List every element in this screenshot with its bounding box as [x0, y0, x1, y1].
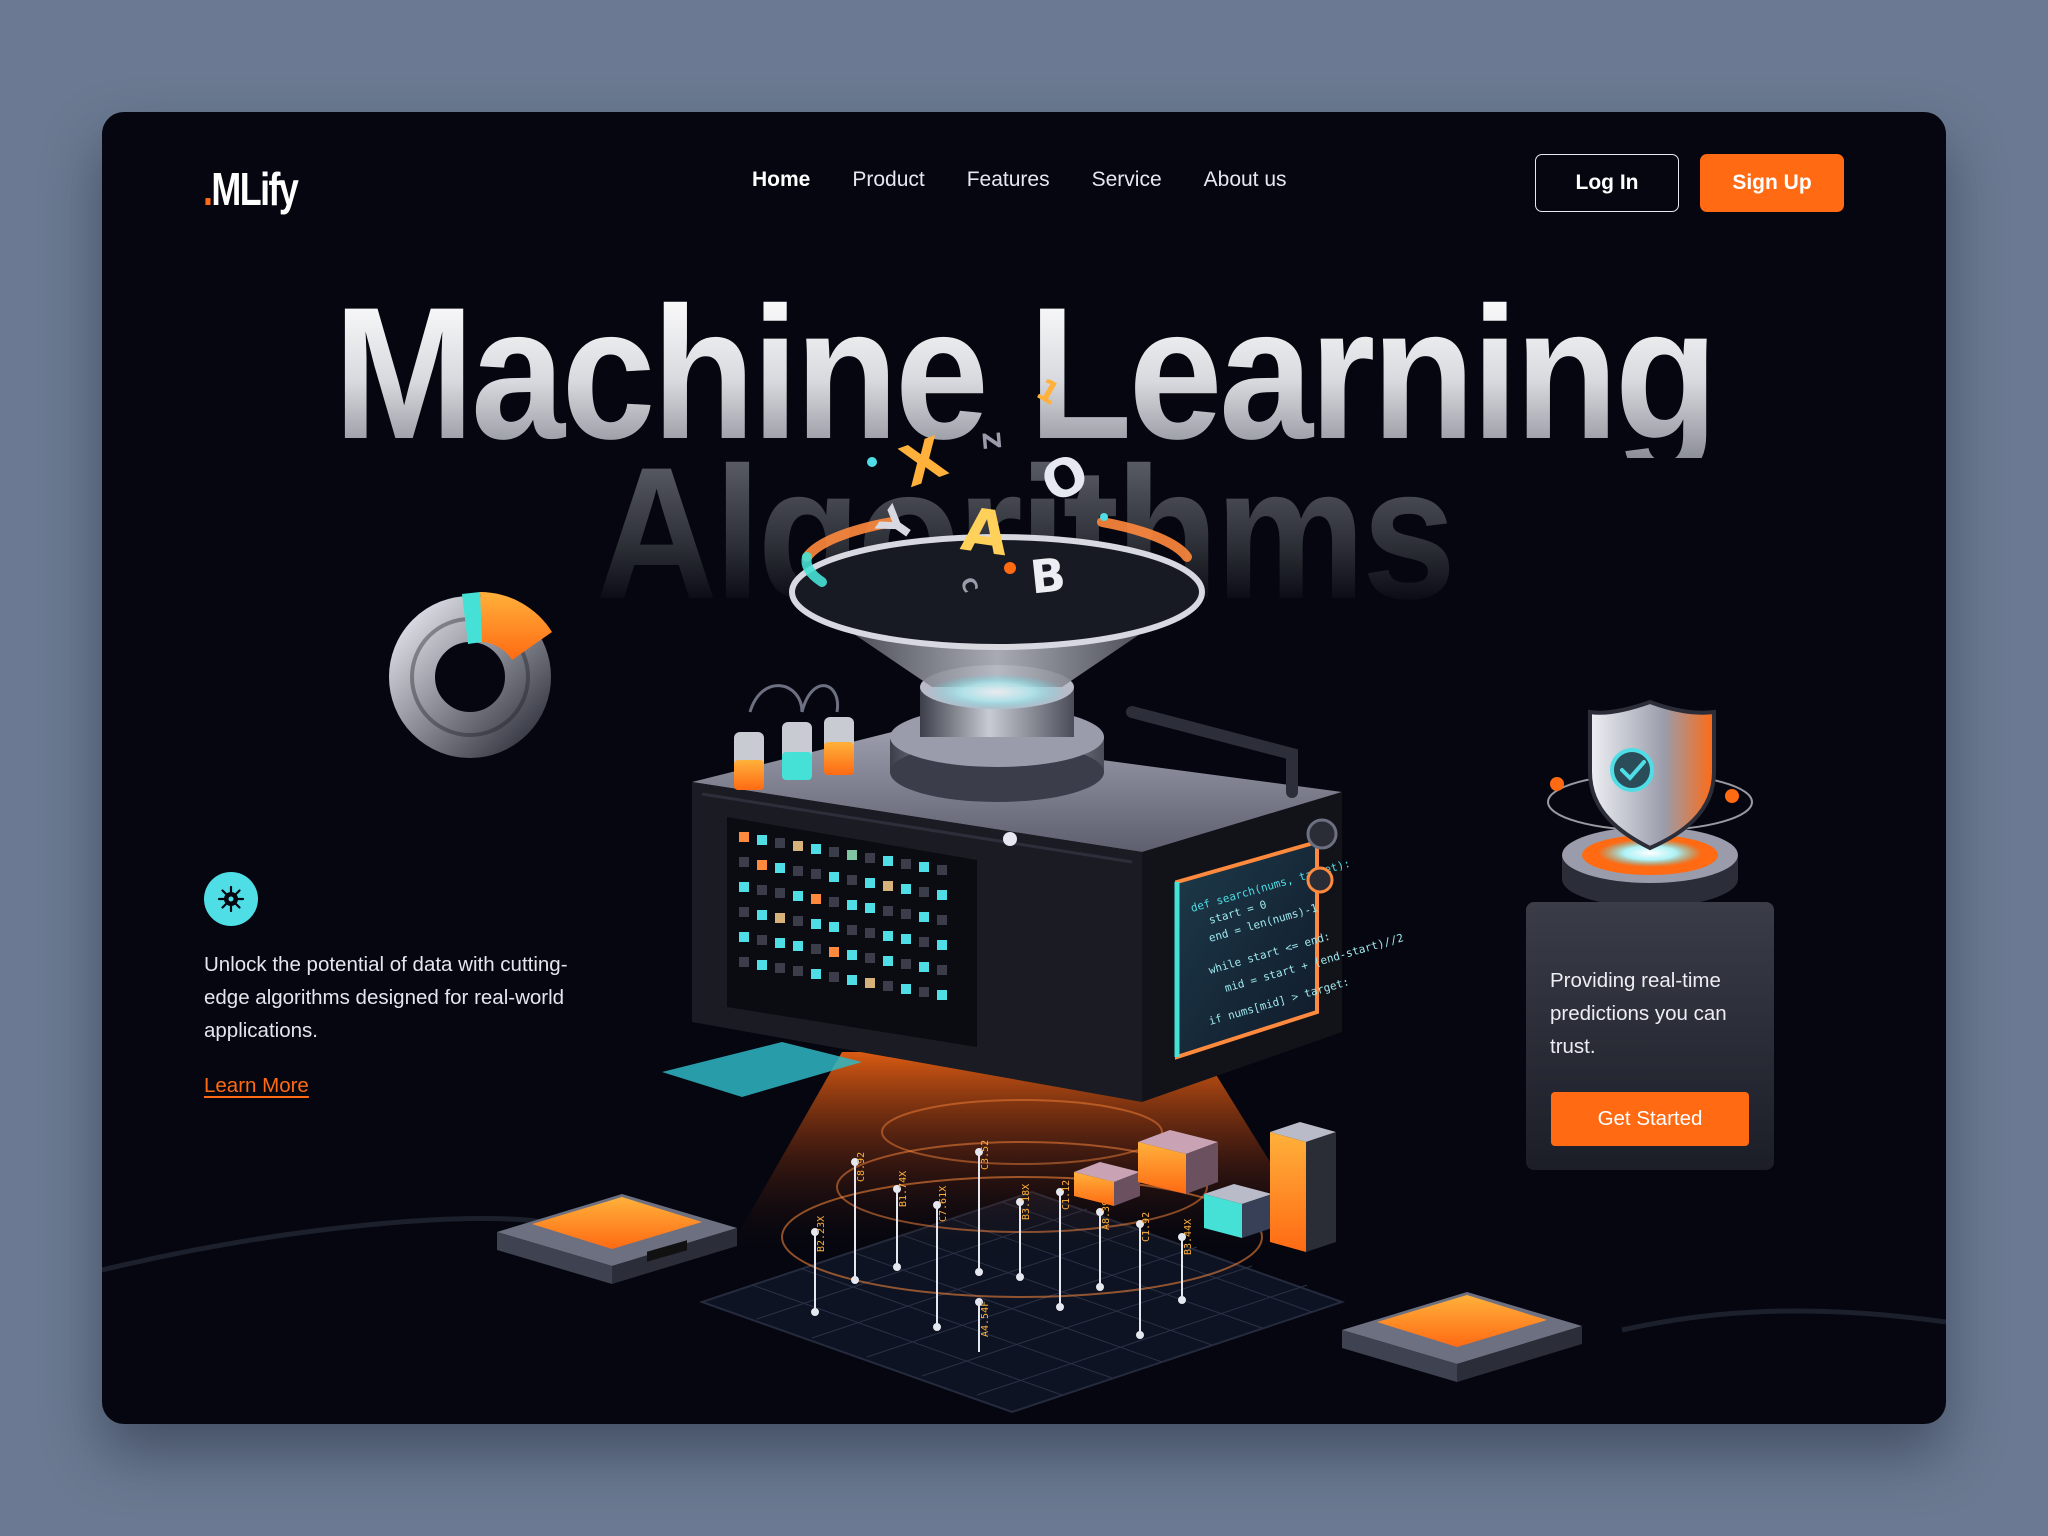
data-label: C1.12: [1061, 1180, 1072, 1210]
ml-machine-illustration: B2.23X C8.92 B1.74X C7.61X A4.54F C3.52 …: [102, 372, 1946, 1414]
neural-network-glyph: [217, 885, 245, 913]
letter-o: O: [1032, 442, 1097, 515]
feature-description: Unlock the potential of data with cuttin…: [204, 953, 568, 1042]
fluid-canisters: [734, 684, 854, 790]
data-label: B2.23X: [816, 1216, 827, 1252]
data-label: B3.44X: [1183, 1219, 1194, 1255]
data-label: C7.61X: [938, 1186, 949, 1222]
data-label: C1.92: [1141, 1212, 1152, 1242]
knob: [1306, 866, 1334, 894]
data-label: B3.18X: [1021, 1184, 1032, 1220]
cable-left: [102, 1215, 543, 1273]
data-label: C8.92: [856, 1152, 867, 1182]
neural-network-icon: [204, 872, 258, 926]
chip-left: [497, 1194, 737, 1284]
cable-right: [1621, 1308, 1946, 1333]
indicator-light: [1003, 832, 1017, 846]
letter-b: B: [1028, 547, 1069, 604]
data-label: A4.54F: [980, 1301, 991, 1337]
data-label: B1.74X: [898, 1171, 909, 1207]
landing-page-frame: .MLify Home Product Features Service Abo…: [102, 112, 1946, 1424]
shield-trophy: [1547, 699, 1753, 907]
learn-more-link[interactable]: Learn More: [204, 1074, 309, 1098]
letter-1: 1: [1030, 372, 1066, 413]
letter-z: Z: [976, 431, 1005, 451]
get-started-button[interactable]: Get Started: [1551, 1092, 1749, 1146]
card-description: Providing real-time predictions you can …: [1550, 969, 1727, 1058]
donut-chart-decoration: [389, 592, 552, 758]
knob: [1306, 818, 1338, 850]
chip-right: [1342, 1292, 1582, 1382]
letter-x: X: [893, 425, 956, 501]
data-label: C3.52: [980, 1140, 991, 1170]
